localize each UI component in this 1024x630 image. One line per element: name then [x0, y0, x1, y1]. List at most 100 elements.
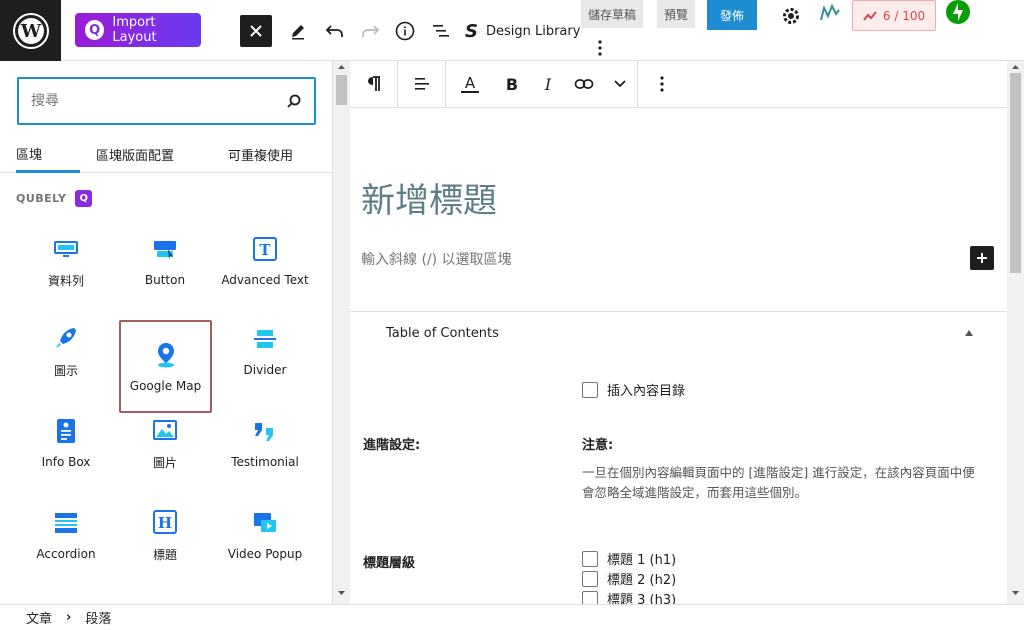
settings-gear-icon[interactable] [776, 0, 806, 32]
info-icon[interactable] [390, 15, 420, 47]
inserter-scrollbar[interactable] [333, 61, 350, 604]
heading-level-h2-checkbox[interactable] [582, 570, 598, 587]
import-layout-button[interactable]: Q Import Layout [75, 13, 201, 47]
block-google-map-label: Google Map [129, 378, 202, 393]
heading-level-h2-row[interactable]: 標題 2 (h2) [582, 569, 676, 588]
tab-patterns[interactable]: 區塊版面配置 [96, 136, 174, 173]
link-icon[interactable] [566, 61, 602, 108]
tab-reusable-label: 可重複使用 [228, 149, 294, 164]
heading-icon: H [151, 508, 179, 536]
publish-button[interactable]: 發佈 [707, 0, 757, 30]
list-view-icon[interactable] [426, 15, 456, 47]
redo-icon[interactable] [355, 15, 385, 47]
wordpress-logo-icon[interactable]: W [0, 0, 61, 61]
block-heading[interactable]: H 標題 [119, 489, 211, 581]
rocket-icon [52, 324, 80, 352]
editor-scrollbar[interactable] [1007, 61, 1024, 604]
seo-score-label: 6 / 100 [882, 8, 926, 23]
insert-toc-checkbox-row[interactable]: 插入內容目錄 [582, 380, 685, 399]
svg-text:T: T [259, 241, 271, 259]
row-icon [52, 234, 80, 262]
heading-level-h1-checkbox[interactable] [582, 550, 598, 567]
heading-level-h2-label: 標題 2 (h2) [607, 573, 677, 588]
testimonial-icon [251, 417, 279, 445]
seo-score-button[interactable]: 6 / 100 [852, 0, 936, 31]
more-options-icon[interactable] [590, 38, 610, 58]
add-block-button[interactable] [970, 246, 994, 270]
block-button-label: Button [144, 273, 186, 287]
breadcrumb-post[interactable]: 文章 [26, 608, 52, 627]
pencil-tools-icon[interactable] [283, 15, 313, 47]
search-box [17, 77, 316, 125]
heading-level-h3-row[interactable]: 標題 3 (h3) [582, 589, 676, 604]
preview-button[interactable]: 預覽 [657, 0, 695, 28]
block-divider[interactable]: Divider [219, 305, 311, 397]
block-icon[interactable]: 圖示 [20, 305, 112, 397]
svg-text:A: A [465, 74, 476, 92]
advanced-text-icon: T [251, 235, 279, 263]
block-advanced-text-label: Advanced Text [221, 273, 309, 287]
note-title: 注意: [582, 438, 614, 453]
breadcrumb-separator-icon: › [66, 610, 72, 625]
jetpack-icon[interactable] [946, 0, 970, 24]
score-trend-icon [863, 10, 877, 21]
undo-icon[interactable] [320, 15, 350, 47]
bold-icon[interactable]: B [494, 61, 530, 108]
tab-reusable[interactable]: 可重複使用 [228, 136, 293, 173]
yoast-seo-icon[interactable] [815, 0, 845, 29]
toc-metabox-title: Table of Contents [386, 326, 499, 341]
svg-text:H: H [158, 514, 172, 532]
block-icon-label: 圖示 [53, 363, 78, 378]
tab-blocks[interactable]: 區塊 [16, 136, 80, 173]
block-row-label: 資料列 [47, 273, 84, 288]
editor-scrollbar-thumb[interactable] [1010, 73, 1021, 273]
info-box-icon [52, 417, 80, 445]
post-title[interactable]: 新增標題 [361, 173, 497, 222]
design-library-button[interactable]: S Design Library [465, 18, 580, 44]
block-search-input[interactable] [31, 93, 286, 109]
heading-level-h3-checkbox[interactable] [582, 590, 598, 604]
block-image[interactable]: 圖片 [119, 397, 211, 489]
inserter-tabs: 區塊 區塊版面配置 可重複使用 [0, 136, 332, 173]
italic-icon[interactable]: I [530, 61, 566, 108]
design-library-logo-icon: S [465, 20, 478, 42]
block-video-popup[interactable]: Video Popup [219, 489, 311, 581]
paragraph-icon[interactable] [350, 61, 398, 108]
align-icon[interactable] [398, 61, 446, 108]
block-heading-label: 標題 [152, 547, 177, 562]
heading-levels-label: 標題層級 [363, 556, 416, 571]
collapse-caret-icon[interactable] [965, 330, 973, 336]
breadcrumb: 文章 › 段落 [0, 604, 1024, 630]
insert-toc-label: 插入內容目錄 [607, 384, 686, 399]
block-button[interactable]: Button [119, 215, 211, 307]
block-options-icon[interactable] [638, 61, 686, 108]
block-video-popup-label: Video Popup [227, 547, 303, 561]
block-image-label: 圖片 [152, 455, 177, 470]
advanced-settings-label: 進階設定: [363, 438, 421, 453]
close-inserter-button[interactable] [240, 15, 272, 47]
block-info-box-label: Info Box [41, 455, 91, 469]
qubely-logo-icon: Q [85, 20, 105, 40]
import-layout-label: Import Layout [112, 15, 157, 45]
block-advanced-text[interactable]: T Advanced Text [219, 215, 311, 307]
note-text: 一旦在個別內容編輯頁面中的 [進階設定] 進行設定，在該內容頁面中便會忽略全域進… [582, 465, 975, 500]
save-draft-button[interactable]: 儲存草稿 [581, 0, 643, 28]
video-popup-icon [251, 509, 279, 537]
image-icon [151, 416, 179, 444]
block-info-box[interactable]: Info Box [20, 397, 112, 489]
block-accordion[interactable]: Accordion [20, 489, 112, 581]
accordion-icon [52, 509, 80, 537]
heading-level-h1-label: 標題 1 (h1) [607, 553, 677, 568]
more-formats-chevron-down-icon[interactable] [602, 61, 638, 108]
block-placeholder[interactable]: 輸入斜線 (/) 以選取區塊 [361, 249, 512, 269]
qubely-category-label: QUBELY [16, 192, 67, 205]
button-icon [151, 235, 179, 263]
block-testimonial[interactable]: Testimonial [219, 397, 311, 489]
tab-blocks-label: 區塊 [16, 147, 43, 163]
block-row[interactable]: 資料列 [20, 215, 112, 307]
block-accordion-label: Accordion [36, 547, 96, 561]
text-color-icon[interactable]: A [446, 61, 494, 108]
heading-level-h1-row[interactable]: 標題 1 (h1) [582, 549, 676, 568]
breadcrumb-paragraph[interactable]: 段落 [85, 608, 111, 627]
insert-toc-checkbox[interactable] [582, 381, 598, 398]
